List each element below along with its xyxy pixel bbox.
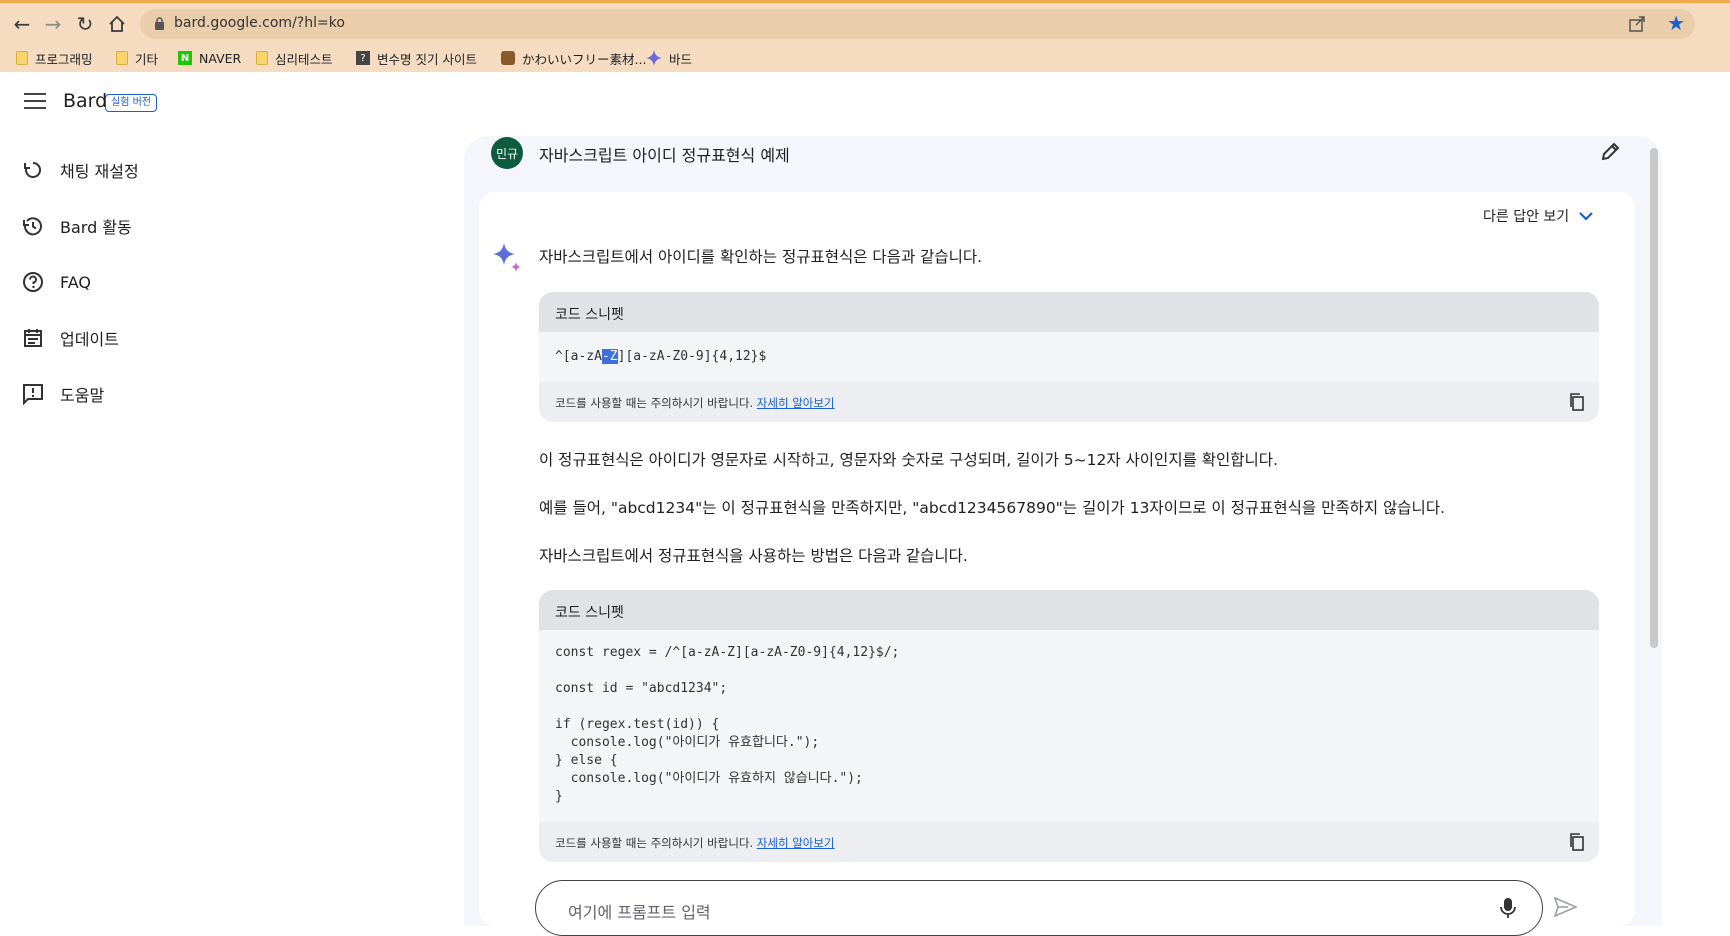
copy-icon[interactable] [1569, 393, 1585, 411]
code-snippet: 코드 스니펫 const regex = /^[a-zA-Z][a-zA-Z0-… [539, 590, 1599, 862]
code-snippet-title: 코드 스니펫 [539, 590, 1599, 630]
bookmark-item[interactable]: 프로그래밍 [16, 47, 93, 69]
learn-more-link[interactable]: 자세히 알아보기 [757, 396, 835, 410]
reset-icon [24, 161, 42, 178]
prompt-input[interactable]: 여기에 프롬프트 입력 [535, 880, 1543, 936]
bookmark-item[interactable]: 기타 [116, 47, 158, 69]
feedback-icon [23, 384, 43, 405]
code-snippet-title: 코드 스니펫 [539, 292, 1599, 332]
avatar: 민규 [491, 137, 523, 169]
bookmark-item[interactable]: N NAVER [178, 47, 241, 69]
bookmark-item[interactable]: 심리테스트 [256, 47, 333, 69]
experiment-badge: 실험 버전 [105, 94, 157, 112]
bard-sparkle-icon [646, 50, 662, 66]
share-icon[interactable] [1627, 14, 1647, 34]
menu-icon[interactable] [24, 93, 46, 111]
forward-icon[interactable]: → [40, 11, 66, 37]
user-prompt: 자바스크립트 아이디 정규표현식 예제 [539, 146, 790, 165]
sidebar-item-updates[interactable]: 업데이트 [22, 321, 119, 355]
help-circle-icon [23, 272, 43, 292]
answer-paragraph: 이 정규표현식은 아이디가 영문자로 시작하고, 영문자와 숫자로 구성되며, … [539, 451, 1278, 469]
bookmarks-bar: 프로그래밍 기타 N NAVER 심리테스트 ? 변수명 짓기 사이트 かわいいフリ… [0, 42, 1730, 74]
sidebar-item-faq[interactable]: FAQ [22, 265, 91, 299]
site-icon [501, 51, 515, 65]
naver-icon: N [178, 51, 192, 65]
folder-icon [116, 51, 128, 65]
lock-icon [155, 17, 164, 30]
browser-toolbar: ← → ↻ bard.google.com/?hl=ko ★ 프로그래밍 기타 … [0, 0, 1730, 72]
prompt-placeholder: 여기에 프롬프트 입력 [568, 903, 711, 922]
send-icon[interactable] [1554, 896, 1578, 918]
scrollbar[interactable] [1650, 148, 1658, 648]
sidebar-item-help[interactable]: 도움말 [22, 377, 104, 411]
edit-icon[interactable] [1600, 142, 1620, 162]
navigation-bar: ← → ↻ bard.google.com/?hl=ko ★ [0, 6, 1730, 42]
url-text: bard.google.com/?hl=ko [174, 15, 345, 31]
bookmark-star-icon[interactable]: ★ [1667, 11, 1685, 35]
folder-icon [16, 51, 28, 65]
calendar-icon [24, 329, 42, 347]
bookmark-item[interactable]: かわいいフリー素材... [501, 47, 646, 69]
learn-more-link[interactable]: 자세히 알아보기 [757, 836, 835, 850]
bookmark-item[interactable]: 바드 [646, 47, 692, 69]
sidebar-item-reset-chat[interactable]: 채팅 재설정 [22, 153, 139, 187]
code-footer: 코드를 사용할 때는 주의하시기 바랍니다. 자세히 알아보기 [539, 382, 1599, 422]
code-footer: 코드를 사용할 때는 주의하시기 바랍니다. 자세히 알아보기 [539, 822, 1599, 862]
other-answers-toggle[interactable]: 다른 답안 보기 [1483, 206, 1593, 226]
sidebar-item-activity[interactable]: Bard 활동 [22, 209, 132, 243]
code-content[interactable]: ^[a-zA-Z][a-zA-Z0-9]{4,12}$ [539, 332, 1599, 382]
answer-paragraph: 예를 들어, "abcd1234"는 이 정규표현식을 만족하지만, "abcd… [539, 499, 1446, 517]
history-icon [23, 217, 42, 236]
code-content[interactable]: const regex = /^[a-zA-Z][a-zA-Z0-9]{4,12… [539, 630, 1599, 822]
copy-icon[interactable] [1569, 833, 1585, 851]
microphone-icon[interactable] [1500, 897, 1516, 919]
bard-sparkle-icon [493, 243, 521, 272]
home-icon[interactable] [104, 11, 130, 37]
bookmark-item[interactable]: ? 변수명 짓기 사이트 [356, 47, 477, 69]
folder-icon [256, 51, 268, 65]
back-icon[interactable]: ← [9, 11, 35, 37]
answer-intro: 자바스크립트에서 아이디를 확인하는 정규표현식은 다음과 같습니다. [539, 248, 983, 266]
code-snippet: 코드 스니펫 ^[a-zA-Z][a-zA-Z0-9]{4,12}$ 코드를 사… [539, 292, 1599, 422]
chevron-down-icon [1579, 212, 1593, 221]
address-bar[interactable]: bard.google.com/?hl=ko ★ [140, 9, 1695, 39]
answer-paragraph: 자바스크립트에서 정규표현식을 사용하는 방법은 다음과 같습니다. [539, 547, 968, 565]
question-icon: ? [356, 51, 370, 65]
brand-title: Bard [63, 90, 108, 112]
reload-icon[interactable]: ↻ [72, 11, 98, 37]
